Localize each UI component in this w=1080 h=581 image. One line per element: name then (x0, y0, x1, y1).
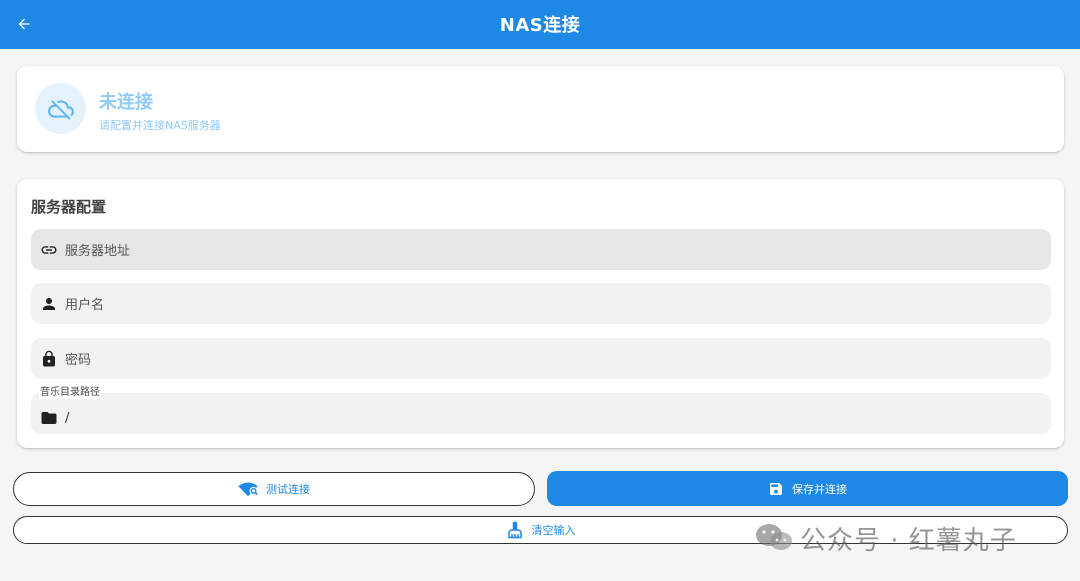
server-address-placeholder: 服务器地址 (65, 244, 131, 259)
server-address-field[interactable]: 服务器地址 (31, 229, 1051, 270)
wifi-find-icon (238, 481, 258, 497)
section-title: 服务器配置 (31, 198, 107, 216)
password-field[interactable]: 密码 (31, 338, 1051, 379)
status-title: 未连接 (99, 92, 153, 113)
person-icon (39, 294, 59, 314)
save-icon (768, 481, 784, 497)
page-title: NAS连接 (499, 15, 581, 36)
connection-status-card: 未连接 请配置并连接NAS服务器 (17, 66, 1064, 152)
music-path-field[interactable]: 音乐目录路径 / (31, 387, 1051, 434)
folder-icon (39, 408, 59, 428)
save-and-connect-button[interactable]: 保存并连接 (547, 471, 1068, 506)
password-placeholder: 密码 (65, 353, 92, 368)
link-icon (39, 240, 59, 260)
wechat-icon (754, 522, 794, 554)
test-connection-button[interactable]: 测试连接 (13, 472, 535, 506)
username-field[interactable]: 用户名 (31, 283, 1051, 324)
test-connection-label: 测试连接 (266, 483, 310, 496)
cloud-off-icon (47, 99, 74, 120)
save-and-connect-label: 保存并连接 (792, 482, 847, 496)
status-icon-container (35, 83, 86, 134)
status-subtitle: 请配置并连接NAS服务器 (99, 119, 221, 132)
watermark-text: 公众号 · 红薯丸子 (800, 525, 1017, 556)
username-placeholder: 用户名 (65, 298, 105, 313)
app-bar: NAS连接 (0, 0, 1080, 49)
clear-input-label: 清空输入 (531, 524, 576, 537)
music-path-value: / (65, 411, 70, 426)
cleaning-brush-icon (506, 521, 524, 539)
server-config-card: 服务器配置 服务器地址 用户名 密码 音乐目录路径 / (17, 179, 1064, 448)
lock-icon (39, 349, 59, 369)
watermark: 公众号 · 红薯丸子 (754, 518, 1017, 558)
music-path-label: 音乐目录路径 (39, 387, 101, 399)
